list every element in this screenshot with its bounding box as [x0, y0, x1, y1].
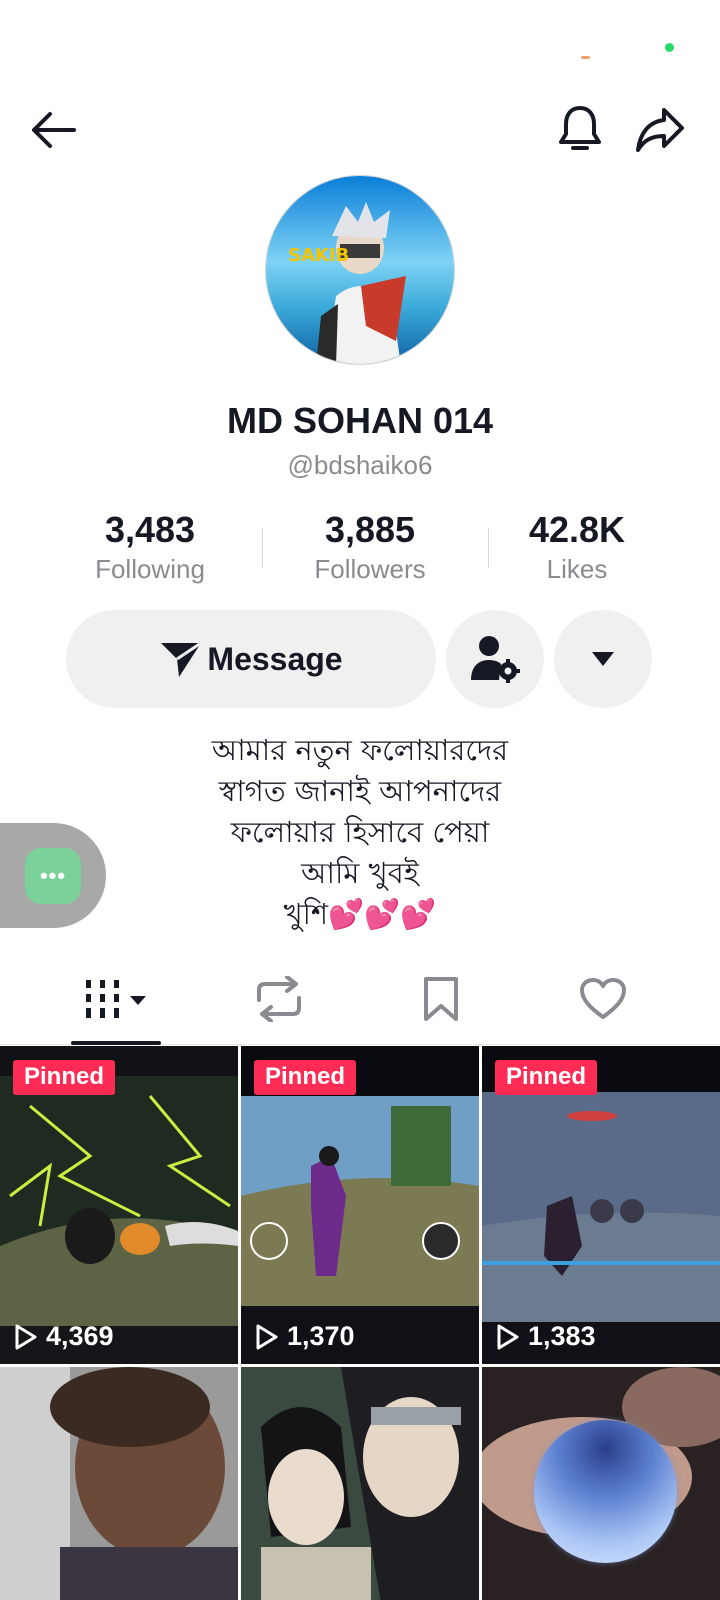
profile-actions: Message — [0, 610, 720, 710]
camera-dot — [665, 43, 674, 52]
stat-label: Followers — [314, 554, 426, 584]
bio-line: খুশি — [283, 897, 329, 931]
stat-label: Following — [95, 554, 205, 584]
assistive-touch-button[interactable] — [534, 1420, 677, 1563]
view-count-value: 1,383 — [528, 1321, 596, 1351]
bell-icon — [559, 106, 601, 150]
tab-reposts[interactable] — [214, 955, 344, 1043]
back-button[interactable] — [18, 95, 88, 165]
profile-bio: আমার নতুন ফলোয়ারদের স্বাগত জানাই আপনাদে… — [100, 730, 620, 935]
bio-emoji: 💕💕💕 — [328, 897, 437, 931]
heart-icon — [580, 978, 626, 1019]
stat-following[interactable]: 3,483 Following — [50, 508, 250, 586]
pinned-badge: Pinned — [13, 1060, 116, 1095]
username-handle: @bdshaiko6 — [287, 450, 433, 480]
tab-liked[interactable] — [538, 955, 668, 1043]
arrow-left-icon — [32, 112, 76, 148]
play-icon — [497, 1324, 519, 1349]
repost-icon — [257, 976, 301, 1022]
share-button[interactable] — [625, 95, 695, 165]
grid-bars-icon — [86, 980, 146, 1018]
stat-value: 3,483 — [104, 509, 196, 550]
view-count-value: 4,369 — [46, 1321, 114, 1351]
play-icon — [15, 1324, 37, 1349]
floating-chat-button[interactable]: ••• — [0, 823, 106, 928]
bio-line: আমার নতুন ফলোয়ারদের — [211, 733, 509, 767]
status-bar — [0, 0, 720, 90]
profile-stats: 3,483 Following 3,885 Followers 42.8K Li… — [50, 508, 670, 590]
video-thumbnail[interactable]: Pinned 1,370 — [241, 1046, 479, 1364]
video-thumbnail[interactable]: Pinned 4,369 — [0, 1046, 238, 1364]
bio-last-line: খুশি💕💕💕 — [100, 894, 620, 935]
video-thumbnail[interactable] — [241, 1367, 479, 1600]
stat-divider — [262, 528, 263, 568]
stat-value: 42.8K — [528, 509, 626, 550]
view-count: 1,370 — [255, 1321, 355, 1352]
paper-plane-icon — [161, 641, 203, 677]
more-options-button[interactable] — [554, 610, 652, 708]
view-count: 4,369 — [14, 1321, 114, 1352]
tab-saved[interactable] — [376, 955, 506, 1043]
avatar-logo-text: SAKIB — [288, 245, 349, 266]
stat-likes[interactable]: 42.8K Likes — [477, 508, 677, 586]
view-count-value: 1,370 — [287, 1321, 355, 1351]
bio-line: স্বাগত জানাই আপনাদের — [218, 774, 502, 808]
video-thumbnail[interactable] — [0, 1367, 238, 1600]
bio-line: ফলোয়ার হিসাবে পেয়া — [230, 815, 490, 849]
message-label: Message — [207, 640, 343, 677]
user-gear-icon — [471, 636, 520, 683]
bio-line: আমি খুবই — [301, 856, 419, 890]
chat-dots-icon: ••• — [25, 847, 81, 904]
top-nav — [0, 95, 720, 165]
content-tabs — [0, 955, 720, 1045]
display-name: MD SOHAN 014 — [226, 400, 494, 441]
pinned-badge: Pinned — [254, 1060, 357, 1095]
caret-down-icon — [592, 652, 614, 666]
stat-value: 3,885 — [324, 509, 416, 550]
avatar-image: SAKIB — [266, 176, 454, 364]
view-count: 1,383 — [496, 1321, 596, 1352]
follow-settings-button[interactable] — [446, 610, 544, 708]
bookmark-icon — [424, 977, 458, 1021]
tab-videos[interactable] — [52, 955, 182, 1043]
active-tab-indicator — [71, 1041, 161, 1045]
status-indicator — [581, 56, 590, 59]
play-icon — [256, 1324, 278, 1349]
notifications-button[interactable] — [545, 95, 615, 165]
video-preview-image — [241, 1367, 479, 1600]
pinned-badge: Pinned — [495, 1060, 598, 1095]
stat-followers[interactable]: 3,885 Followers — [270, 508, 470, 586]
share-arrow-icon — [636, 108, 684, 152]
message-button[interactable]: Message — [66, 610, 436, 708]
stat-label: Likes — [546, 554, 608, 584]
video-preview-image — [0, 1367, 238, 1600]
avatar[interactable]: SAKIB — [265, 175, 455, 365]
video-thumbnail[interactable]: Pinned 1,383 — [482, 1046, 720, 1364]
